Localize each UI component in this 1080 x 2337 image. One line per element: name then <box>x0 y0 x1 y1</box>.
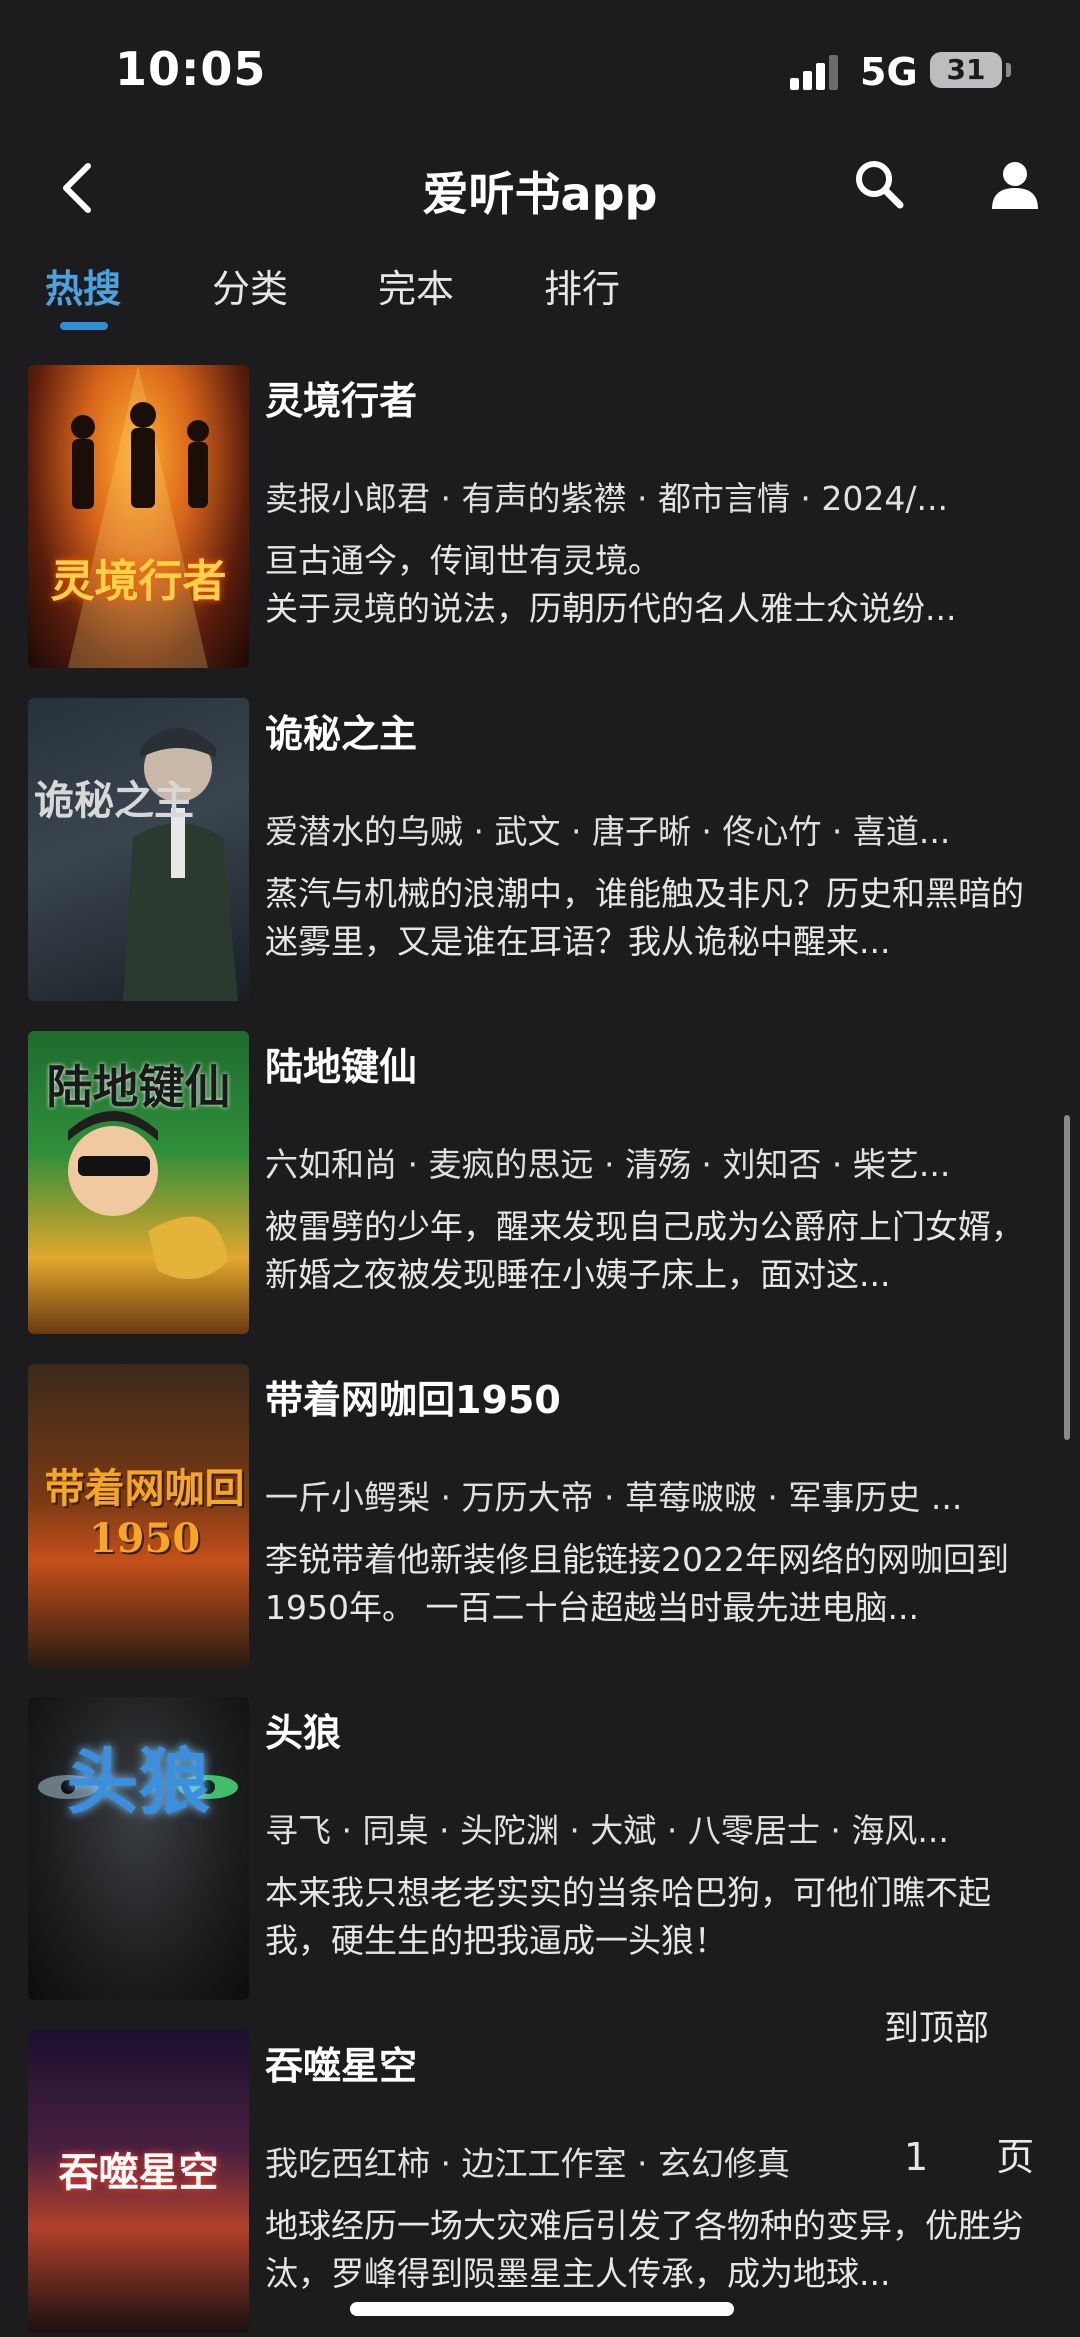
book-title[interactable]: 吞噬星空 <box>265 2035 417 2090</box>
cover-title-text: 诡秘之主 <box>34 777 194 824</box>
cover-title-text: 陆地键仙 <box>46 1060 231 1114</box>
user-profile-icon[interactable] <box>985 155 1045 215</box>
book-description: 本来我只想老老实实的当条哈巴狗，可他们瞧不起我，硬生生的把我逼成一头狼！ <box>265 1869 1035 1965</box>
cover-art-figure <box>123 728 238 1001</box>
list-item[interactable]: 灵境行者 灵境行者 卖报小郎君 · 有声的紫襟 · 都市言情 · 2024/..… <box>0 362 1080 668</box>
book-description: 地球经历一场大灾难后引发了各物种的变异，优胜劣汰，罗峰得到陨墨星主人传承，成为地… <box>265 2202 1035 2298</box>
network-type: 5G <box>860 50 918 94</box>
book-cover[interactable]: 吞噬星空 <box>28 2030 249 2333</box>
book-meta: 六如和尚 · 麦疯的思远 · 清殇 · 刘知否 · 柴艺... <box>265 1145 951 1184</box>
nav-bar: 爱听书app <box>0 130 1080 245</box>
book-description-text: 亘古通今，传闻世有灵境。 关于灵境的说法，历朝历代的名人雅士众说纷... <box>265 541 957 628</box>
cover-title-text: 头狼 <box>66 1739 211 1824</box>
tab-active-indicator <box>60 322 108 330</box>
battery-level: 31 <box>946 53 986 86</box>
home-indicator[interactable] <box>350 2302 734 2316</box>
cover-title-text: 吞噬星空 <box>58 2149 219 2196</box>
cover-title-text: 灵境行者 <box>50 556 227 607</box>
book-title[interactable]: 带着网咖回1950 <box>265 1369 561 1424</box>
book-title[interactable]: 头狼 <box>265 1702 341 1757</box>
book-title[interactable]: 灵境行者 <box>265 370 417 425</box>
tab-ranking[interactable]: 排行 <box>544 258 620 313</box>
book-meta: 卖报小郎君 · 有声的紫襟 · 都市言情 · 2024/... <box>265 479 948 518</box>
list-item[interactable]: 头狼 头狼 寻飞 · 同桌 · 头陀渊 · 大斌 · 八零居士 · 海风... … <box>0 1694 1080 2000</box>
tab-completed[interactable]: 完本 <box>378 258 454 313</box>
status-bar: 10:05 5G 31 <box>0 0 1080 130</box>
list-item[interactable]: 诡秘之主 诡秘之主 爱潜水的乌贼 · 武文 · 唐子晰 · 佟心竹 · 喜道..… <box>0 695 1080 1001</box>
book-description: 被雷劈的少年，醒来发现自己成为公爵府上门女婿，新婚之夜被发现睡在小姨子床上，面对… <box>265 1203 1035 1299</box>
book-title[interactable]: 陆地键仙 <box>265 1036 417 1091</box>
book-cover[interactable]: 带着网咖回1950 <box>28 1364 249 1667</box>
scrollbar[interactable] <box>1064 1115 1070 1440</box>
book-description: 蒸汽与机械的浪潮中，谁能触及非凡？历史和黑暗的迷雾里，又是谁在耳语？我从诡秘中醒… <box>265 870 1035 966</box>
search-icon[interactable] <box>850 155 910 215</box>
book-description-text: 地球经历一场大灾难后引发了各物种的变异，优胜劣汰，罗峰得到陨墨星主人传承，成为地… <box>265 2206 1024 2293</box>
book-description: 李锐带着他新装修且能链接2022年网络的网咖回到1950年。 一百二十台超越当时… <box>265 1536 1035 1632</box>
book-description-text: 李锐带着他新装修且能链接2022年网络的网咖回到1950年。 一百二十台超越当时… <box>265 1540 1009 1627</box>
battery-icon: 31 <box>930 52 1011 88</box>
book-cover[interactable]: 灵境行者 <box>28 365 249 668</box>
book-meta: 一斤小鳄梨 · 万历大帝 · 草莓啵啵 · 军事历史 ... <box>265 1478 963 1517</box>
book-cover[interactable]: 头狼 <box>28 1697 249 2000</box>
cellular-signal-icon <box>790 54 840 90</box>
page-title: 爱听书app <box>422 167 658 221</box>
book-meta: 寻飞 · 同桌 · 头陀渊 · 大斌 · 八零居士 · 海风... <box>265 1811 949 1850</box>
tab-category[interactable]: 分类 <box>212 258 288 313</box>
book-description-text: 本来我只想老老实实的当条哈巴狗，可他们瞧不起我，硬生生的把我逼成一头狼！ <box>265 1873 991 1960</box>
book-description-text: 蒸汽与机械的浪潮中，谁能触及非凡？历史和黑暗的迷雾里，又是谁在耳语？我从诡秘中醒… <box>265 874 1024 961</box>
book-description: 亘古通今，传闻世有灵境。 关于灵境的说法，历朝历代的名人雅士众说纷... <box>265 537 1035 633</box>
list-item[interactable]: 带着网咖回1950 带着网咖回1950 一斤小鳄梨 · 万历大帝 · 草莓啵啵 … <box>0 1361 1080 1667</box>
cover-art-figures <box>68 365 209 668</box>
book-meta: 我吃西红柿 · 边江工作室 · 玄幻修真 <box>265 2144 790 2183</box>
book-title[interactable]: 诡秘之主 <box>265 703 417 758</box>
book-meta: 爱潜水的乌贼 · 武文 · 唐子晰 · 佟心竹 · 喜道... <box>265 812 951 851</box>
list-item[interactable]: 陆地键仙 陆地键仙 六如和尚 · 麦疯的思远 · 清殇 · 刘知否 · 柴艺..… <box>0 1028 1080 1334</box>
tab-bar: 热搜 分类 完本 排行 <box>0 250 1080 335</box>
tab-hot-search[interactable]: 热搜 <box>45 258 121 313</box>
status-time: 10:05 <box>115 42 267 96</box>
cover-title-text: 带着网咖回1950 <box>44 1465 245 1562</box>
book-description-text: 被雷劈的少年，醒来发现自己成为公爵府上门女婿，新婚之夜被发现睡在小姨子床上，面对… <box>265 1207 1024 1294</box>
book-cover[interactable]: 陆地键仙 <box>28 1031 249 1334</box>
page-indicator[interactable]: 1 页 <box>904 2126 1062 2181</box>
scroll-to-top-button[interactable]: 到顶部 <box>884 2000 989 2051</box>
book-cover[interactable]: 诡秘之主 <box>28 698 249 1001</box>
